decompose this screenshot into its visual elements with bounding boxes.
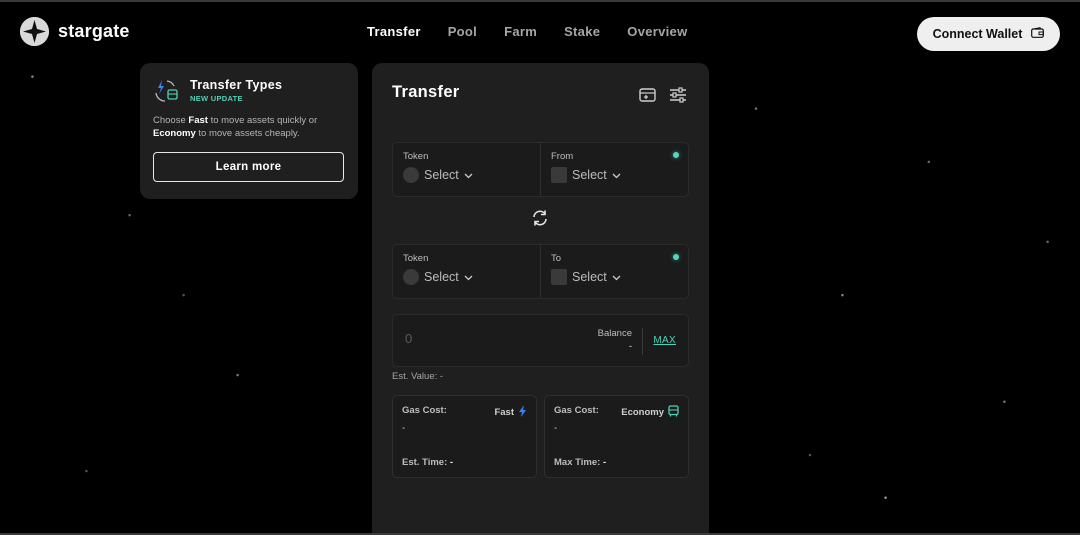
balance-display: Balance - (598, 328, 632, 352)
fast-time-label: Est. Time: (402, 457, 448, 468)
source-selector: Token Select From Select (392, 142, 689, 197)
amount-box: Balance - MAX (392, 314, 689, 367)
new-update-badge: NEW UPDATE (190, 94, 243, 103)
to-label: To (551, 253, 562, 264)
connect-wallet-label: Connect Wallet (932, 27, 1023, 41)
divider (642, 328, 643, 355)
from-label: From (551, 151, 574, 162)
dest-token-label: Token (403, 253, 429, 264)
nav-stake[interactable]: Stake (564, 24, 600, 39)
economy-time-value: - (602, 457, 607, 468)
max-button[interactable]: MAX (653, 335, 676, 346)
economy-gas-label: Gas Cost: (554, 405, 599, 416)
chain-placeholder-icon (551, 167, 567, 183)
economy-gas-value: - (554, 423, 558, 434)
transfer-types-icon (153, 77, 180, 104)
transfer-types-card: Transfer Types NEW UPDATE Choose Fast to… (140, 63, 358, 199)
panel-title: Transfer (392, 83, 460, 101)
source-chain-value: Select (572, 168, 607, 182)
main-nav: Transfer Pool Farm Stake Overview (367, 24, 688, 39)
source-token-label: Token (403, 151, 429, 162)
source-token-select[interactable]: Token Select (393, 143, 540, 196)
stargate-logo-icon (20, 17, 49, 46)
chevron-down-icon (464, 168, 473, 182)
nav-pool[interactable]: Pool (448, 24, 477, 39)
dest-chain-value: Select (572, 270, 607, 284)
fast-time: Est. Time: - (402, 457, 453, 468)
chevron-down-icon (464, 270, 473, 284)
economy-transfer-option[interactable]: Gas Cost: Economy - Max Time: - (544, 395, 689, 478)
transfer-panel: Transfer Token Select From Select Token … (372, 63, 709, 535)
chevron-down-icon (612, 168, 621, 182)
swap-direction-icon[interactable] (530, 208, 550, 228)
desc-text: to move assets cheaply. (195, 128, 300, 139)
lightning-icon (518, 405, 527, 420)
bus-icon (668, 405, 679, 420)
settings-sliders-icon[interactable] (668, 85, 688, 105)
est-value: Est. Value: - (392, 371, 444, 382)
brand-logo[interactable]: stargate (20, 17, 130, 46)
nav-transfer[interactable]: Transfer (367, 24, 421, 39)
balance-label: Balance (597, 328, 632, 339)
add-token-icon[interactable] (638, 85, 658, 105)
status-dot (673, 254, 679, 260)
nav-overview[interactable]: Overview (627, 24, 687, 39)
economy-time: Max Time: - (554, 457, 606, 468)
economy-mode-label: Economy (621, 407, 664, 418)
status-dot (673, 152, 679, 158)
fast-time-value: - (449, 457, 454, 468)
desc-text: to move assets quickly or (207, 115, 318, 126)
token-placeholder-icon (403, 167, 419, 183)
balance-value: - (628, 341, 632, 352)
amount-input[interactable] (405, 331, 575, 346)
connect-wallet-button[interactable]: Connect Wallet (917, 17, 1060, 51)
fast-transfer-option[interactable]: Gas Cost: Fast - Est. Time: - (392, 395, 537, 478)
dest-token-select[interactable]: Token Select (393, 245, 540, 298)
source-token-value: Select (424, 168, 459, 182)
desc-economy: Economy (153, 128, 196, 139)
chevron-down-icon (612, 270, 621, 284)
token-placeholder-icon (403, 269, 419, 285)
brand-name: stargate (58, 21, 130, 41)
desc-text: Choose (153, 115, 189, 126)
dest-token-value: Select (424, 270, 459, 284)
economy-time-label: Max Time: (554, 457, 601, 468)
nav-farm[interactable]: Farm (504, 24, 537, 39)
transfer-types-title: Transfer Types (190, 78, 283, 92)
source-chain-select[interactable]: From Select (540, 143, 688, 196)
fast-mode-label: Fast (494, 407, 514, 418)
dest-chain-select[interactable]: To Select (540, 245, 688, 298)
top-navbar: stargate Transfer Pool Farm Stake Overvi… (0, 2, 1080, 64)
fast-gas-label: Gas Cost: (402, 405, 447, 416)
wallet-icon (1031, 27, 1045, 41)
chain-placeholder-icon (551, 269, 567, 285)
fast-gas-value: - (402, 423, 406, 434)
desc-fast: Fast (188, 115, 208, 126)
transfer-types-description: Choose Fast to move assets quickly or Ec… (153, 114, 345, 140)
destination-selector: Token Select To Select (392, 244, 689, 299)
learn-more-button[interactable]: Learn more (153, 152, 344, 182)
